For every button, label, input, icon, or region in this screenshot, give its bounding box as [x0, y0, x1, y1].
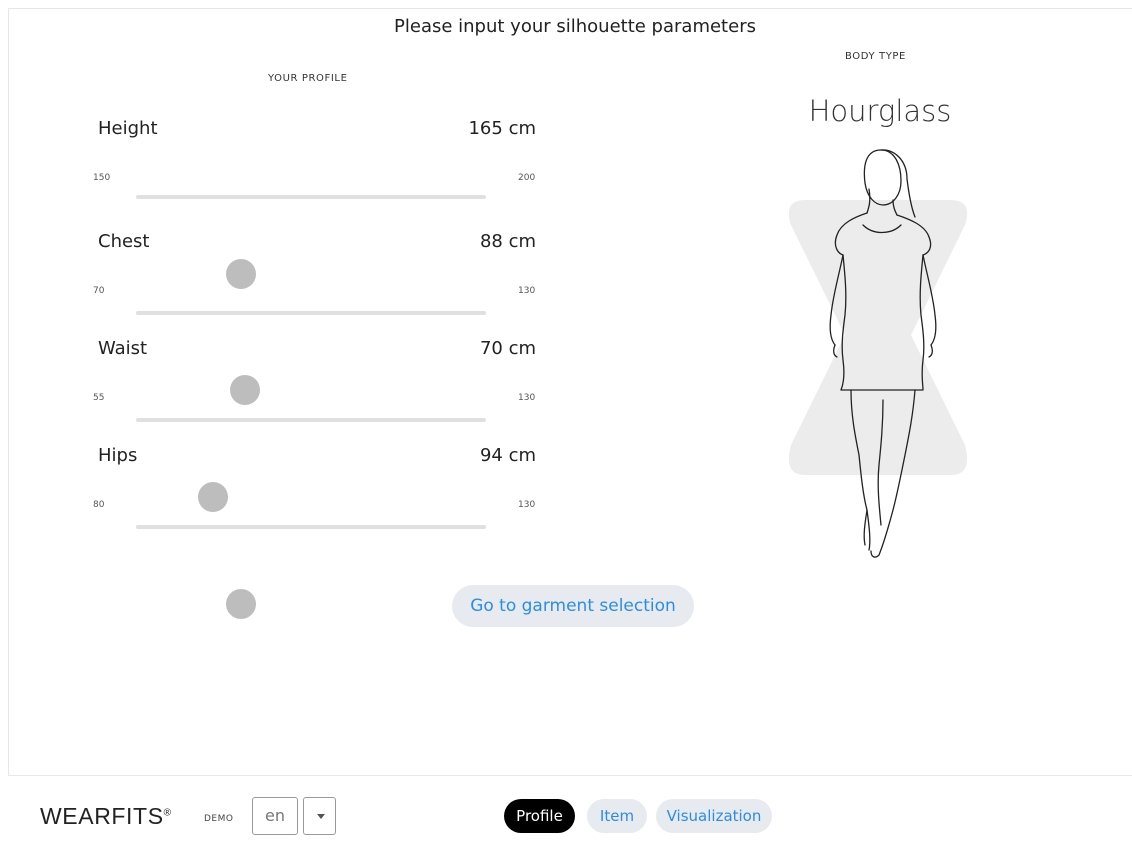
hourglass-shape: [788, 200, 968, 475]
waist-parameter: Waist 70 cm 55 130: [93, 338, 538, 512]
body-type-value: Hourglass: [808, 94, 952, 128]
chest-slider[interactable]: [136, 311, 486, 405]
chevron-down-icon: [317, 814, 325, 819]
demo-badge: DEMO: [204, 814, 234, 824]
footer-bar: WEARFITS® DEMO en Profile Item Visualiza…: [8, 775, 1132, 850]
waist-value: 70 cm: [479, 338, 536, 359]
hourglass-silhouette-icon: [788, 149, 968, 558]
body-type-section-label: BODY TYPE: [845, 51, 906, 62]
tab-visualization[interactable]: Visualization: [656, 799, 772, 833]
waist-slider[interactable]: [136, 418, 486, 512]
registered-mark: ®: [163, 807, 172, 819]
tab-profile[interactable]: Profile: [504, 799, 575, 833]
hips-label: Hips: [98, 445, 138, 466]
go-to-garment-selection-button[interactable]: Go to garment selection: [452, 585, 694, 627]
tab-item[interactable]: Item: [587, 799, 647, 833]
height-min: 150: [93, 173, 111, 183]
wearfits-logo: WEARFITS®: [40, 803, 172, 830]
hips-slider-thumb[interactable]: [226, 589, 256, 619]
chest-min: 70: [93, 286, 105, 296]
waist-label: Waist: [98, 338, 148, 359]
hips-value: 94 cm: [479, 445, 536, 466]
waist-min: 55: [93, 393, 105, 403]
height-max: 200: [518, 173, 536, 183]
height-parameter: Height 165 cm 150 200: [93, 118, 538, 289]
language-dropdown-button[interactable]: [303, 797, 336, 835]
chest-label: Chest: [98, 231, 150, 252]
waist-max: 130: [518, 393, 536, 403]
hips-min: 80: [93, 500, 105, 510]
chest-parameter: Chest 88 cm 70 130: [93, 231, 538, 405]
hips-max: 130: [518, 500, 536, 510]
language-field[interactable]: en: [252, 797, 298, 835]
profile-section-label: YOUR PROFILE: [268, 73, 348, 84]
hips-slider[interactable]: [136, 525, 486, 619]
height-label: Height: [98, 118, 158, 139]
logo-text: WEARFITS: [40, 803, 164, 829]
chest-max: 130: [518, 286, 536, 296]
page-title: Please input your silhouette parameters: [394, 16, 756, 37]
height-slider[interactable]: [136, 195, 486, 289]
hips-parameter: Hips 94 cm 80 130: [93, 445, 538, 619]
height-value: 165 cm: [468, 118, 536, 139]
chest-value: 88 cm: [479, 231, 536, 252]
